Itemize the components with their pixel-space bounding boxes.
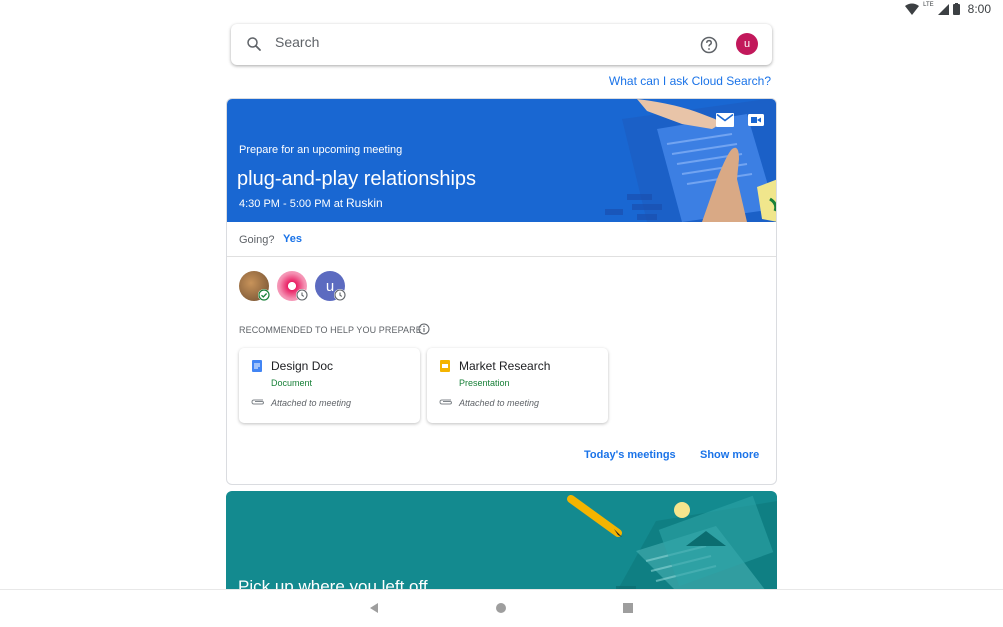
meeting-kicker: Prepare for an upcoming meeting [239, 144, 403, 156]
doc-type: Presentation [459, 378, 510, 388]
meeting-title: plug-and-play relationships [237, 168, 477, 190]
recommended-label: RECOMMENDED TO HELP YOU PREPARE [239, 325, 422, 335]
status-icons: LTE 8:00 [905, 2, 991, 16]
status-time: 8:00 [967, 2, 991, 16]
doc-card[interactable]: Market Research Presentation Attached to… [427, 348, 608, 423]
battery-icon [952, 3, 960, 15]
wifi-icon [905, 3, 920, 15]
info-icon[interactable] [418, 323, 430, 335]
home-icon[interactable] [496, 603, 506, 613]
doc-name: Design Doc [271, 359, 334, 373]
show-more-button[interactable]: Show more [700, 449, 759, 461]
docs-icon [252, 360, 262, 372]
going-label: Going? [239, 234, 275, 246]
account-avatar[interactable]: u [736, 33, 758, 55]
email-icon[interactable] [716, 113, 734, 127]
rsvp-row: Going? Yes [227, 222, 776, 257]
meeting-card[interactable]: Prepare for an upcoming meeting plug-and… [226, 98, 777, 485]
ask-cloud-search-link[interactable]: What can I ask Cloud Search? [609, 74, 771, 88]
todays-meetings-button[interactable]: Today's meetings [584, 449, 676, 461]
search-icon[interactable] [245, 35, 263, 53]
pending-clock-icon [334, 289, 346, 301]
navigation-bar [0, 589, 1003, 627]
recents-icon[interactable] [623, 603, 633, 613]
paperclip-icon [439, 399, 453, 405]
help-icon[interactable] [699, 35, 719, 55]
doc-type: Document [271, 378, 313, 388]
back-icon[interactable] [368, 602, 380, 614]
pending-clock-icon [296, 289, 308, 301]
lte-label: LTE [923, 2, 934, 8]
video-call-icon[interactable] [748, 114, 764, 126]
signal-icon [937, 3, 949, 15]
attendee-letter: u [325, 277, 335, 295]
accepted-check-icon [258, 289, 270, 301]
meeting-time-range: 4:30 PM - 5:00 PM at [239, 198, 343, 210]
slides-icon [440, 360, 450, 372]
doc-attached-note: Attached to meeting [271, 398, 352, 408]
doc-name: Market Research [459, 359, 551, 373]
meeting-header: Prepare for an upcoming meeting plug-and… [227, 99, 776, 222]
doc-attached-note: Attached to meeting [459, 398, 540, 408]
search-input[interactable] [275, 34, 655, 50]
paperclip-icon [251, 399, 265, 405]
meeting-time: 4:30 PM - 5:00 PM at Ruskin [239, 196, 383, 210]
rsvp-yes-button[interactable]: Yes [283, 233, 302, 245]
doc-card[interactable]: Design Doc Document Attached to meeting [239, 348, 420, 423]
search-bar[interactable]: u [231, 24, 772, 65]
meeting-location: Ruskin [346, 196, 383, 210]
status-bar: LTE 8:00 [0, 0, 1003, 20]
